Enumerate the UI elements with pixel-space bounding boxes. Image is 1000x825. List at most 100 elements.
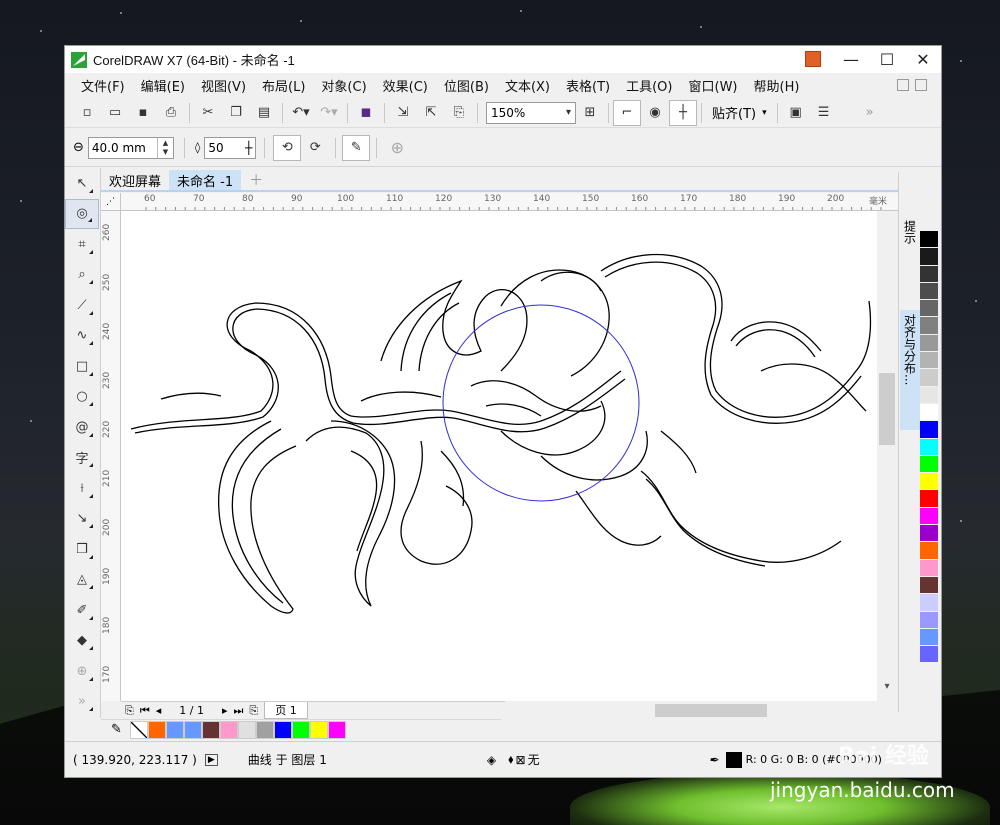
last-page-icon[interactable]: ⏭: [233, 704, 243, 718]
show-rulers-icon[interactable]: ⌐: [613, 99, 641, 126]
palette-swatch[interactable]: [920, 231, 938, 249]
zoom-level-select[interactable]: 150% ▾: [486, 101, 576, 124]
connector-tool-icon[interactable]: ↘: [65, 504, 99, 535]
pen-pressure-icon[interactable]: ✎: [342, 134, 371, 161]
palette-swatch[interactable]: [920, 369, 938, 387]
palette-swatch[interactable]: [920, 317, 938, 335]
artistic-media-icon[interactable]: ∿: [65, 321, 99, 352]
palette-swatch[interactable]: [920, 386, 938, 404]
user-account-icon[interactable]: [805, 51, 821, 67]
export-icon[interactable]: ⇱: [417, 100, 445, 126]
cut-icon[interactable]: ✂: [194, 100, 222, 126]
interactive-fill-icon[interactable]: ◆: [65, 626, 99, 657]
show-guidelines-icon[interactable]: ┼: [669, 99, 697, 126]
pick-tool-icon[interactable]: ↖: [65, 168, 99, 199]
tab-untitled-1[interactable]: 未命名 -1: [169, 170, 242, 190]
palette-swatch[interactable]: [920, 421, 938, 439]
palette-swatch[interactable]: [920, 559, 938, 577]
close-button[interactable]: ✕: [905, 46, 941, 73]
menu-edit[interactable]: 编辑(E): [133, 76, 193, 95]
steps-input[interactable]: 50 ┼: [204, 136, 257, 159]
document-palette-swatch[interactable]: [273, 720, 292, 739]
show-grid-icon[interactable]: ◉: [641, 100, 669, 126]
status-more-icon[interactable]: ▶: [204, 753, 218, 766]
swirl-artwork[interactable]: [121, 211, 877, 701]
paste-icon[interactable]: ▤: [250, 100, 278, 126]
palette-swatch[interactable]: [920, 403, 938, 422]
close-doc-icon[interactable]: [915, 79, 927, 91]
dimension-tool-icon[interactable]: ⟊: [65, 473, 99, 504]
options-icon[interactable]: ☰: [810, 100, 838, 126]
full-screen-preview-icon[interactable]: ⊞: [576, 100, 604, 126]
page-tab-1[interactable]: 页 1: [264, 702, 308, 719]
palette-swatch[interactable]: [920, 646, 938, 664]
menu-view[interactable]: 视图(V): [193, 76, 254, 95]
menu-bitmaps[interactable]: 位图(B): [436, 76, 497, 95]
palette-swatch[interactable]: [920, 628, 938, 647]
menu-object[interactable]: 对象(C): [313, 76, 374, 95]
new-tab-icon[interactable]: ＋: [241, 170, 271, 190]
vertical-scroll-thumb[interactable]: [879, 373, 895, 445]
ruler-origin-icon[interactable]: ⋰: [101, 193, 121, 211]
palette-swatch[interactable]: [920, 455, 938, 474]
add-tool-icon[interactable]: ⊕: [65, 656, 99, 687]
smear-tool-icon[interactable]: ◎: [65, 198, 99, 229]
add-page-icon[interactable]: ⎘: [125, 704, 134, 718]
toolbar-overflow-icon[interactable]: »: [856, 100, 884, 126]
rotate-counterclockwise-icon[interactable]: ⟲: [273, 134, 302, 161]
snap-to-dropdown[interactable]: 贴齐(T) ▾: [706, 103, 773, 122]
document-palette-swatch[interactable]: [309, 720, 328, 739]
publish-pdf-icon[interactable]: ⎘: [445, 100, 473, 126]
menu-window[interactable]: 窗口(W): [681, 76, 746, 95]
palette-eyedropper-icon[interactable]: ✎: [111, 722, 122, 737]
docker-tab-align[interactable]: 对齐与分布...: [900, 310, 920, 430]
document-palette-swatch[interactable]: [165, 720, 184, 739]
tab-welcome-screen[interactable]: 欢迎屏幕: [101, 170, 169, 190]
copy-icon[interactable]: ❐: [222, 100, 250, 126]
palette-swatch[interactable]: [920, 594, 938, 612]
prev-page-icon[interactable]: ◂: [156, 704, 162, 717]
palette-swatch[interactable]: [920, 300, 938, 318]
document-palette-swatch[interactable]: [327, 720, 346, 739]
rotate-clockwise-icon[interactable]: ⟳: [301, 135, 329, 161]
restore-doc-icon[interactable]: [897, 79, 909, 91]
document-palette-swatch[interactable]: [219, 720, 238, 739]
docker-tab-hints[interactable]: 提示: [900, 216, 920, 266]
palette-swatch[interactable]: [920, 352, 938, 370]
palette-swatch[interactable]: [920, 611, 938, 629]
ellipse-tool-icon[interactable]: ○: [65, 382, 99, 413]
menu-text[interactable]: 文本(X): [497, 76, 558, 95]
palette-swatch[interactable]: [920, 490, 938, 508]
palette-swatch[interactable]: [920, 248, 938, 266]
drop-shadow-tool-icon[interactable]: ❒: [65, 534, 99, 565]
horizontal-scroll-thumb[interactable]: [655, 704, 767, 717]
add-page-end-icon[interactable]: ⎘: [249, 704, 258, 718]
search-content-icon[interactable]: ◼: [352, 100, 380, 126]
drawing-canvas[interactable]: [121, 211, 877, 701]
menu-effects[interactable]: 效果(C): [375, 76, 436, 95]
document-palette-swatch[interactable]: [147, 720, 166, 739]
palette-swatch[interactable]: [920, 438, 938, 456]
document-palette-swatch[interactable]: [291, 720, 310, 739]
no-color-swatch[interactable]: [129, 720, 148, 739]
horizontal-scrollbar[interactable]: [505, 701, 877, 719]
print-icon[interactable]: ⎙: [157, 100, 185, 126]
palette-swatch[interactable]: [920, 542, 938, 560]
zoom-tool-icon[interactable]: ⌕: [65, 260, 99, 291]
palette-swatch[interactable]: [920, 265, 938, 283]
crop-tool-icon[interactable]: ⌗: [65, 229, 99, 260]
document-palette-swatch[interactable]: [201, 720, 220, 739]
import-icon[interactable]: ⇲: [389, 100, 417, 126]
menu-help[interactable]: 帮助(H): [746, 76, 808, 95]
outline-width-input[interactable]: 40.0 mm ▲ ▼: [87, 136, 174, 159]
toolbox-overflow-icon[interactable]: »: [65, 687, 99, 718]
transparency-tool-icon[interactable]: ◬: [65, 565, 99, 596]
document-palette-swatch[interactable]: [255, 720, 274, 739]
steps-slider-icon[interactable]: ┼: [245, 141, 255, 155]
redo-icon[interactable]: ↷▾: [315, 100, 343, 126]
scroll-down-icon[interactable]: ▾: [877, 681, 897, 692]
menu-file[interactable]: 文件(F): [73, 76, 133, 95]
palette-swatch[interactable]: [920, 282, 938, 301]
palette-swatch[interactable]: [920, 507, 938, 526]
palette-swatch[interactable]: [920, 525, 938, 543]
